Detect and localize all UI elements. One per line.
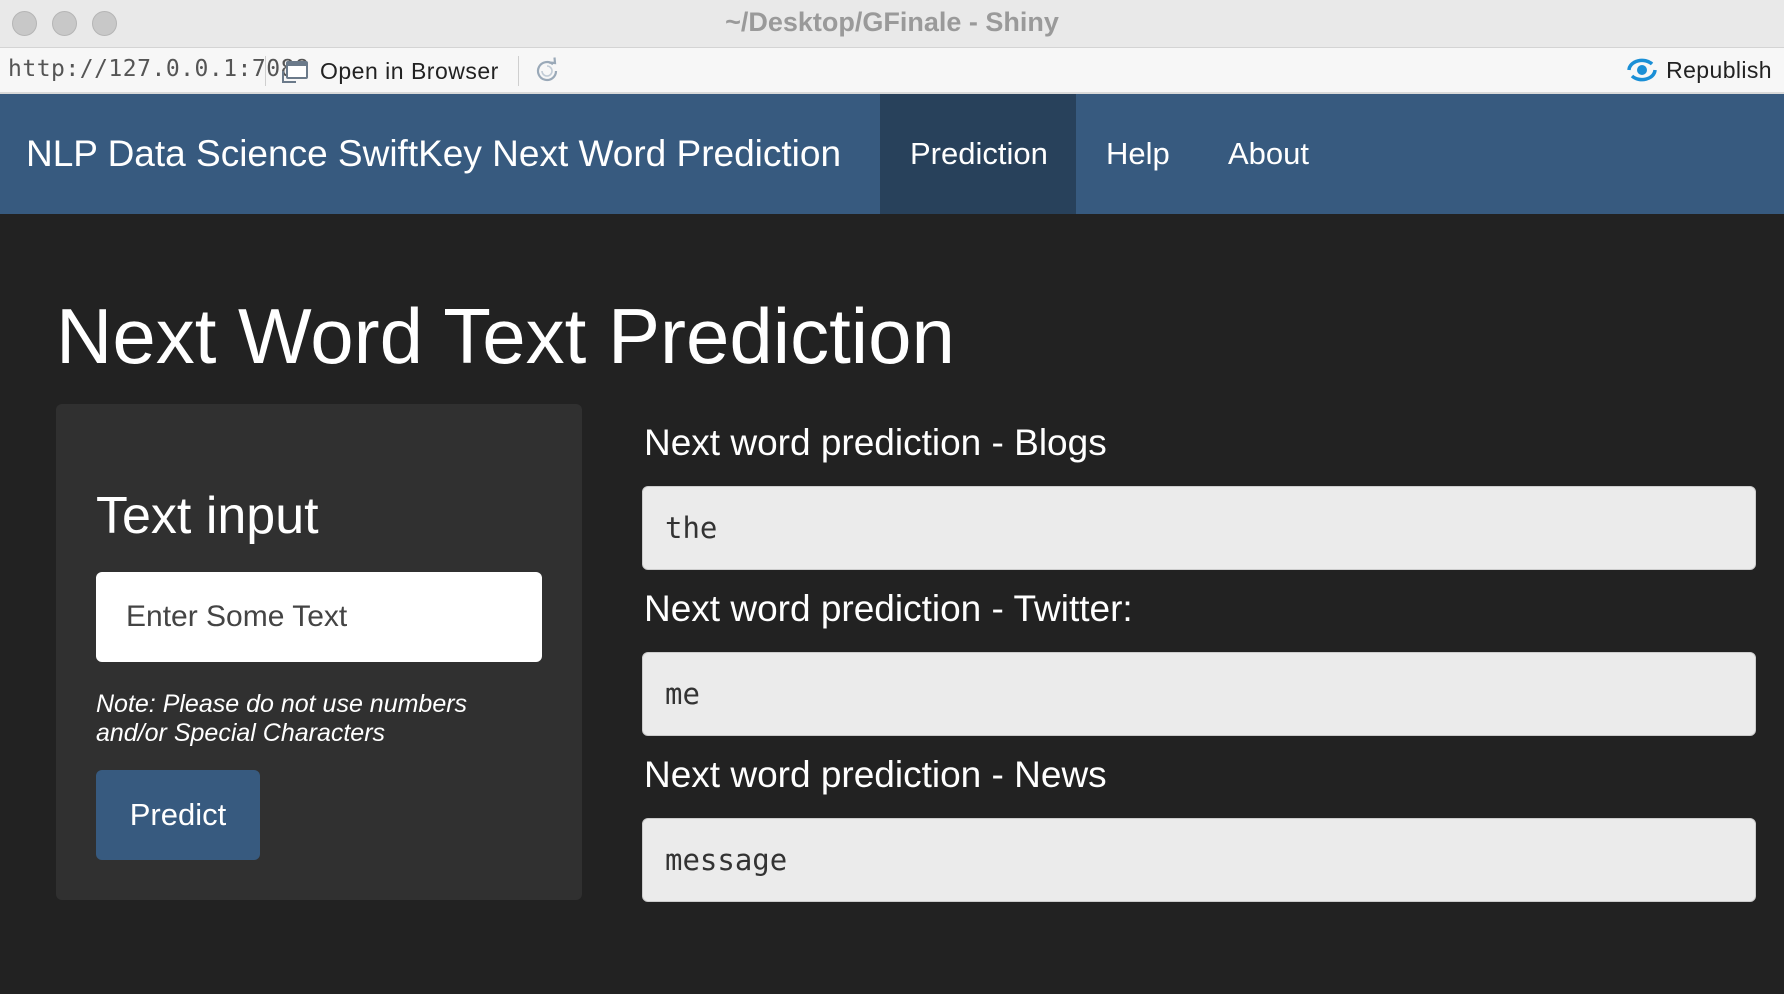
text-input-field[interactable] [96, 572, 542, 662]
sidebar-panel: Text input Note: Please do not use numbe… [56, 404, 582, 900]
output-box-twitter: me [642, 652, 1756, 736]
republish-label: Republish [1666, 56, 1772, 83]
toolbar-divider [518, 56, 519, 86]
output-label-twitter: Next word prediction - Twitter: [644, 588, 1133, 629]
open-in-browser-button[interactable]: Open in Browser [282, 54, 499, 88]
output-box-news: message [642, 818, 1756, 902]
window-title-bar: ~/Desktop/GFinale - Shiny [0, 0, 1784, 48]
toolbar-divider [265, 56, 266, 86]
output-label-news: Next word prediction - News [644, 754, 1107, 795]
refresh-icon[interactable] [532, 56, 562, 86]
tab-about[interactable]: About [1198, 94, 1339, 214]
output-label-blogs: Next word prediction - Blogs [644, 422, 1107, 463]
navbar-brand[interactable]: NLP Data Science SwiftKey Next Word Pred… [26, 94, 841, 214]
republish-icon [1627, 58, 1657, 82]
window-title: ~/Desktop/GFinale - Shiny [725, 7, 1059, 37]
republish-button[interactable]: Republish [1626, 56, 1772, 84]
input-note: Note: Please do not use numbers and/or S… [96, 690, 468, 747]
open-in-browser-icon [282, 59, 310, 83]
sidebar-title: Text input [96, 487, 319, 545]
tab-prediction[interactable]: Prediction [880, 94, 1076, 214]
viewer-toolbar: http://127.0.0.1:7088 Open in Browser Re… [0, 48, 1784, 94]
output-box-blogs: the [642, 486, 1756, 570]
open-in-browser-label: Open in Browser [320, 57, 499, 84]
page-title: Next Word Text Prediction [56, 292, 955, 380]
tab-help[interactable]: Help [1076, 94, 1200, 214]
app-navbar: NLP Data Science SwiftKey Next Word Pred… [0, 94, 1784, 214]
predict-button[interactable]: Predict [96, 770, 260, 860]
